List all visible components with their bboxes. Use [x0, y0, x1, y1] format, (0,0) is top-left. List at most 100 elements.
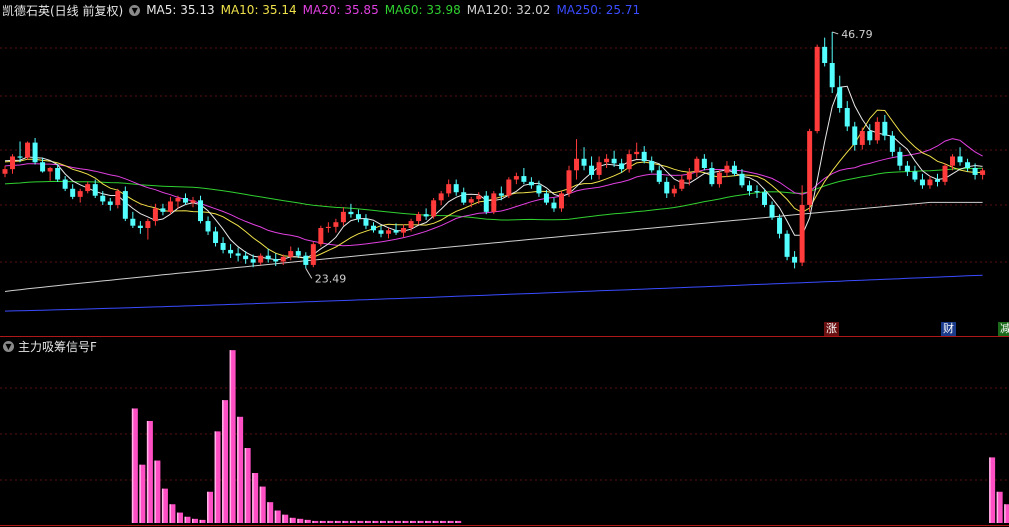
candle-body: [822, 46, 828, 63]
candle-body: [220, 243, 226, 250]
candle-body: [355, 214, 361, 219]
candle-body: [754, 191, 760, 193]
candle-body: [401, 228, 407, 233]
candle-body: [814, 46, 820, 132]
candle-body: [130, 218, 136, 226]
indicator-bar-highlight: [237, 416, 239, 523]
indicator-bar-highlight: [161, 488, 164, 523]
candle-body: [491, 193, 497, 212]
candle-body: [912, 171, 918, 180]
candle-body: [543, 193, 549, 203]
candle-body: [115, 191, 121, 205]
indicator-bar-highlight: [402, 520, 405, 523]
candle-body: [769, 204, 775, 218]
indicator-bar-highlight: [297, 518, 299, 523]
indicator-bar-highlight: [214, 431, 217, 523]
candle-body: [438, 193, 444, 201]
candle-body: [77, 191, 83, 197]
candle-body: [897, 151, 903, 166]
candle-body: [837, 87, 843, 108]
indicator-bar-highlight: [244, 448, 247, 523]
candle-body: [423, 214, 429, 217]
indicator-bar-highlight: [184, 516, 186, 523]
candle-body: [137, 225, 143, 228]
indicator-bar-highlight: [447, 520, 450, 523]
candle-body: [942, 165, 948, 182]
indicator-bar-highlight: [259, 486, 262, 523]
candle-body: [716, 172, 722, 185]
candle-body: [731, 165, 737, 174]
candle-body: [446, 184, 452, 194]
candle-body: [107, 201, 113, 205]
event-tag-rise[interactable]: 涨: [824, 322, 839, 336]
event-tag-reduce[interactable]: 减: [998, 322, 1009, 336]
candle-body: [792, 256, 798, 263]
indicator-bar-highlight: [319, 520, 322, 523]
candle-body: [348, 211, 354, 215]
indicator-bar-highlight: [1004, 504, 1006, 523]
indicator-bar-highlight: [274, 510, 277, 523]
indicator-bar-highlight: [342, 520, 344, 523]
candle-body: [980, 170, 986, 175]
candle-body: [566, 170, 572, 194]
candle-body: [152, 208, 158, 222]
ma5-label: MA5: 35.13: [146, 3, 215, 17]
candle-body: [47, 168, 53, 172]
candle-body: [626, 154, 632, 170]
candle-body: [40, 162, 46, 172]
candle-body: [213, 231, 219, 243]
event-tag-finance[interactable]: 财: [941, 322, 956, 336]
candle-body: [70, 188, 76, 197]
candle-body: [190, 200, 196, 203]
ma20-label: MA20: 35.85: [302, 3, 379, 17]
indicator-bar-highlight: [154, 460, 156, 523]
ma10-label: MA10: 35.14: [220, 3, 297, 17]
indicator-bar-highlight: [364, 520, 367, 523]
indicator-bar-highlight: [327, 520, 329, 523]
candle-body: [904, 165, 910, 172]
candle-body: [664, 181, 670, 194]
candle-body: [378, 230, 384, 234]
candle-body: [167, 201, 173, 212]
indicator-bar-highlight: [282, 514, 284, 523]
candle-body: [175, 198, 181, 202]
candle-body: [205, 221, 211, 232]
candle-body: [694, 158, 700, 173]
candle-body: [483, 195, 489, 212]
candle-body: [265, 255, 271, 260]
candle-body: [318, 228, 324, 245]
candle-body: [310, 244, 316, 265]
stock-chart[interactable]: 46.79 23.49: [0, 0, 1009, 527]
ma60-label: MA60: 33.98: [384, 3, 461, 17]
candle-body: [288, 251, 294, 257]
candle-body: [882, 121, 888, 136]
indicator-bar-highlight: [432, 520, 435, 523]
chevron-down-icon[interactable]: ▼: [129, 4, 141, 16]
indicator-bar-highlight: [131, 408, 134, 523]
candle-body: [934, 179, 940, 182]
indicator-bar-highlight: [387, 520, 390, 523]
candle-body: [333, 222, 339, 227]
price-legend: 凯德石英(日线 前复权) ▼ MA5: 35.13 MA10: 35.14 MA…: [0, 1, 640, 19]
candle-body: [2, 169, 8, 174]
chevron-down-icon[interactable]: ▼: [3, 340, 14, 352]
indicator-bar-highlight: [222, 400, 224, 523]
candle-body: [17, 156, 23, 158]
candle-body: [198, 200, 204, 222]
candle-body: [160, 208, 166, 212]
indicator-bar-highlight: [349, 520, 352, 523]
candle-body: [416, 214, 422, 222]
indicator-bar-highlight: [989, 457, 991, 523]
candle-body: [701, 158, 707, 168]
candle-body: [558, 193, 564, 209]
high-price-label-pointer: [832, 31, 839, 35]
candle-body: [273, 259, 279, 262]
indicator-bar-highlight: [192, 518, 194, 523]
candle-body: [386, 230, 392, 234]
candle-body: [453, 184, 459, 193]
candle-body: [611, 158, 617, 164]
candle-body: [521, 176, 527, 182]
candle-body: [85, 184, 91, 192]
candle-body: [641, 151, 647, 162]
candle-body: [686, 172, 692, 180]
